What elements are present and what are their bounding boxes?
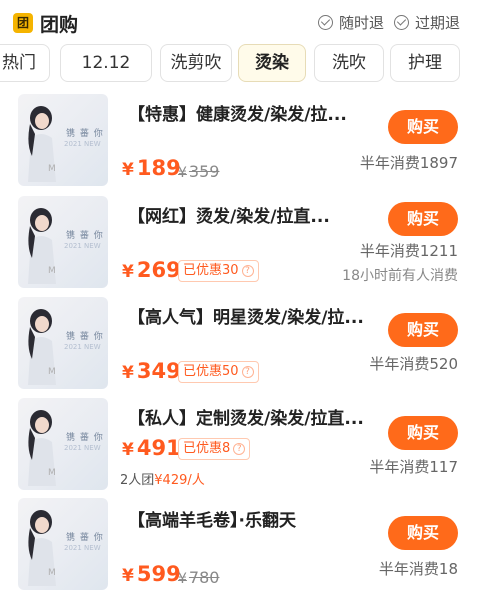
tab-care[interactable]: 护理 xyxy=(390,44,460,82)
poster-text: 镌 蕃 你 的 都 xyxy=(66,332,108,342)
deal-name[interactable]: 【特惠】健康烫发/染发/拉... xyxy=(128,100,347,125)
price-value: 189 xyxy=(136,156,181,180)
original-price-value: 780 xyxy=(188,568,220,587)
tab-wash-cut-blow[interactable]: 洗剪吹 xyxy=(160,44,232,82)
deal-price: ¥599 xyxy=(122,562,181,586)
sold-count: 半年消费18 xyxy=(378,560,458,578)
group-price: ¥429/人 xyxy=(154,473,205,488)
discount-badge[interactable]: 已优惠30? xyxy=(178,260,259,282)
poster-mark: M xyxy=(48,164,56,174)
buy-button[interactable]: 购买 xyxy=(388,313,458,347)
deal-price: ¥189 xyxy=(122,156,181,180)
currency-symbol: ¥ xyxy=(122,160,134,180)
buy-button[interactable]: 购买 xyxy=(388,110,458,144)
poster-mark: M xyxy=(48,568,56,578)
deal-price: ¥269 xyxy=(122,258,181,282)
group-label: 2人团 xyxy=(120,473,155,488)
poster-subtext: 2021 NEW xyxy=(64,343,101,351)
price-value: 599 xyxy=(136,562,181,586)
poster-text: 镌 蕃 你 的 都 xyxy=(66,129,108,139)
poster-subtext: 2021 NEW xyxy=(64,544,101,552)
question-mark-icon: ? xyxy=(241,265,254,277)
currency-symbol: ¥ xyxy=(122,566,134,586)
deal-price: ¥491 xyxy=(122,436,181,460)
deal-name[interactable]: 【高端羊毛卷】·乐翻天 xyxy=(128,506,296,531)
deal-item[interactable]: 镌 蕃 你 的 都 2021 NEW M 【网红】烫发/染发/拉直... ¥26… xyxy=(0,194,480,296)
guarantee-label: 随时退 xyxy=(339,14,385,32)
poster-text: 镌 蕃 你 的 都 xyxy=(66,433,108,443)
deal-item[interactable]: 镌 蕃 你 的 都 2021 NEW M 【特惠】健康烫发/染发/拉... ¥1… xyxy=(0,92,480,194)
poster-mark: M xyxy=(48,468,56,478)
question-mark-icon: ? xyxy=(233,443,246,455)
currency-symbol: ¥ xyxy=(122,440,134,460)
poster-mark: M xyxy=(48,266,56,276)
currency-symbol: ¥ xyxy=(178,571,187,587)
currency-symbol: ¥ xyxy=(122,262,134,282)
deal-thumbnail[interactable]: 镌 蕃 你 的 都 2021 NEW M xyxy=(18,297,108,389)
recent-activity: 18小时前有人消费 xyxy=(342,268,458,284)
guarantee-label: 过期退 xyxy=(415,14,461,32)
tab-perm-dye[interactable]: 烫染 xyxy=(238,44,306,82)
tab-wash-blow[interactable]: 洗吹 xyxy=(314,44,384,82)
sold-count: 半年消费117 xyxy=(369,458,458,476)
poster-mark: M xyxy=(48,367,56,377)
sold-count: 半年消费520 xyxy=(369,355,458,373)
price-value: 491 xyxy=(136,436,181,460)
poster-subtext: 2021 NEW xyxy=(64,242,101,250)
original-price: ¥780 xyxy=(178,568,219,587)
buy-button[interactable]: 购买 xyxy=(388,202,458,236)
deal-item[interactable]: 镌 蕃 你 的 都 2021 NEW M 【私人】定制烫发/染发/拉直... ¥… xyxy=(0,396,480,498)
deal-name[interactable]: 【网红】烫发/染发/拉直... xyxy=(128,202,330,227)
buy-button[interactable]: 购买 xyxy=(388,516,458,550)
poster-subtext: 2021 NEW xyxy=(64,140,101,148)
currency-symbol: ¥ xyxy=(122,363,134,383)
discount-badge[interactable]: 已优惠8? xyxy=(178,438,251,460)
price-value: 349 xyxy=(136,359,181,383)
guarantee-refund-expired: 过期退 xyxy=(394,12,460,33)
check-circle-icon xyxy=(318,15,333,30)
check-circle-icon xyxy=(394,15,409,30)
deal-item[interactable]: 镌 蕃 你 的 都 2021 NEW M 【高端羊毛卷】·乐翻天 ¥599 ¥7… xyxy=(0,496,480,592)
original-price-value: 359 xyxy=(188,162,220,181)
guarantee-refund-anytime: 随时退 xyxy=(318,12,384,33)
deal-name[interactable]: 【高人气】明星烫发/染发/拉... xyxy=(128,303,364,328)
tab-hot[interactable]: 热门 xyxy=(0,44,50,82)
category-tabs: 热门 12.12 洗剪吹 烫染 洗吹 护理 xyxy=(0,44,480,84)
discount-badge[interactable]: 已优惠50? xyxy=(178,361,259,383)
sold-count: 半年消费1897 xyxy=(359,154,458,172)
sold-count: 半年消费1211 xyxy=(359,242,458,260)
question-mark-icon: ? xyxy=(241,366,254,378)
deal-thumbnail[interactable]: 镌 蕃 你 的 都 2021 NEW M xyxy=(18,398,108,490)
poster-subtext: 2021 NEW xyxy=(64,444,101,452)
header-bar: 团 团购 随时退 过期退 xyxy=(0,0,480,44)
group-buy-logo-icon: 团 xyxy=(13,13,33,33)
currency-symbol: ¥ xyxy=(178,165,187,181)
discount-label: 已优惠8 xyxy=(183,441,231,456)
deal-thumbnail[interactable]: 镌 蕃 你 的 都 2021 NEW M xyxy=(18,196,108,288)
deal-price: ¥349 xyxy=(122,359,181,383)
section-title: 团购 xyxy=(40,14,79,36)
discount-label: 已优惠30 xyxy=(183,263,239,278)
deal-thumbnail[interactable]: 镌 蕃 你 的 都 2021 NEW M xyxy=(18,498,108,590)
deal-name[interactable]: 【私人】定制烫发/染发/拉直... xyxy=(128,404,364,429)
price-value: 269 xyxy=(136,258,181,282)
group-buy-info: 2人团¥429/人 xyxy=(120,469,205,488)
discount-label: 已优惠50 xyxy=(183,364,239,379)
deal-thumbnail[interactable]: 镌 蕃 你 的 都 2021 NEW M xyxy=(18,94,108,186)
original-price: ¥359 xyxy=(178,162,219,181)
buy-button[interactable]: 购买 xyxy=(388,416,458,450)
deal-item[interactable]: 镌 蕃 你 的 都 2021 NEW M 【高人气】明星烫发/染发/拉... ¥… xyxy=(0,295,480,397)
poster-text: 镌 蕃 你 的 都 xyxy=(66,533,108,543)
tab-1212[interactable]: 12.12 xyxy=(60,44,152,82)
poster-text: 镌 蕃 你 的 都 xyxy=(66,231,108,241)
